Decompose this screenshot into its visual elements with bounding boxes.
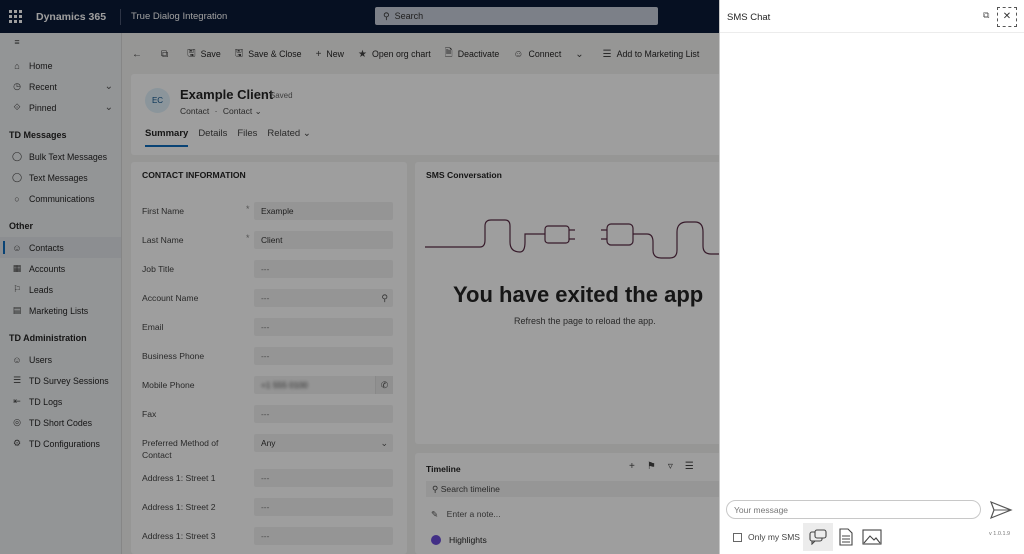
message-input[interactable]: [726, 500, 981, 519]
popout-icon[interactable]: ⧉: [983, 10, 989, 21]
version-label: v 1.0.1.9: [989, 531, 1011, 537]
template-button[interactable]: [803, 523, 833, 551]
sms-chat-panel: SMS Chat ⧉ ✕ Only my SMS v 1.0: [719, 0, 1024, 554]
image-icon: [862, 529, 882, 545]
checkbox-box[interactable]: [733, 532, 742, 542]
chat-template-icon: [809, 529, 827, 545]
panel-title: SMS Chat: [727, 12, 771, 23]
divider: [720, 32, 1024, 33]
send-icon: [989, 500, 1013, 520]
document-icon: [839, 528, 853, 546]
send-button[interactable]: [989, 500, 1013, 520]
close-icon: ✕: [1002, 11, 1012, 22]
close-button[interactable]: ✕: [997, 7, 1017, 27]
attach-image-button[interactable]: [857, 523, 887, 551]
checkbox-label: Only my SMS: [748, 532, 800, 542]
modal-backdrop[interactable]: [0, 0, 719, 554]
only-my-sms-checkbox[interactable]: Only my SMS: [733, 532, 800, 542]
